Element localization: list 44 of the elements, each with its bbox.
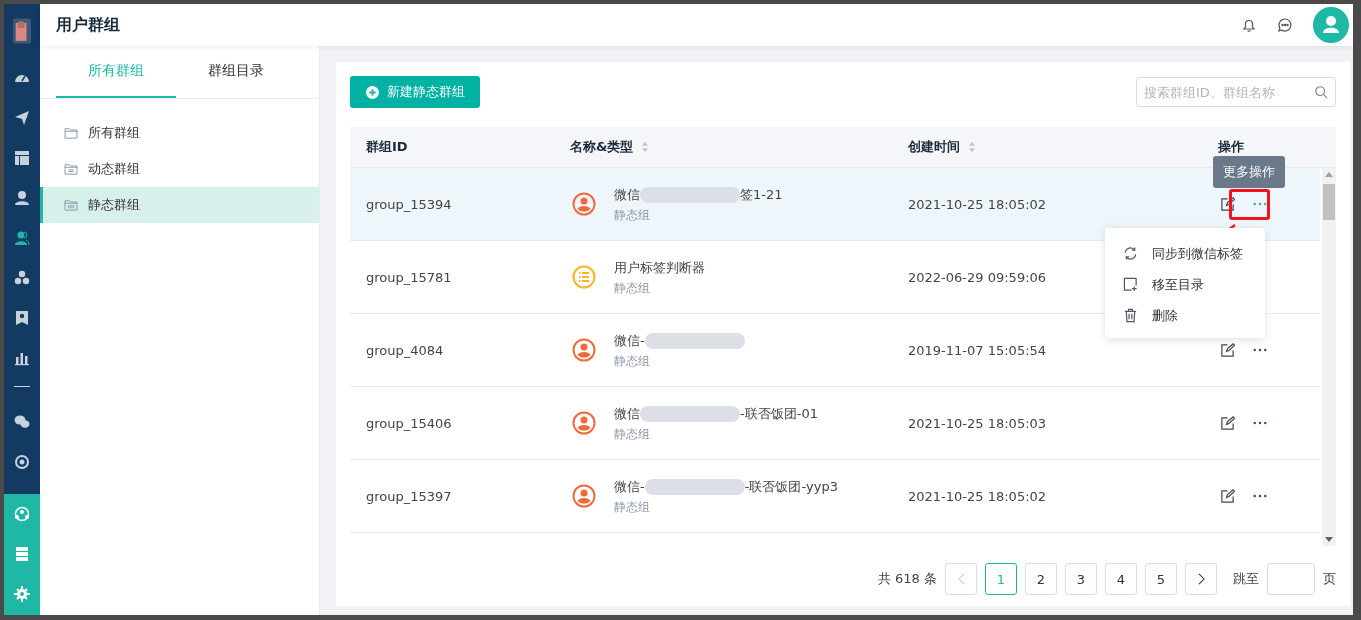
group-type: 静态组 (614, 425, 651, 443)
group-name: 微信- (614, 331, 645, 350)
page-button[interactable]: 3 (1065, 563, 1097, 595)
created-time-cell: 2021-10-25 18:05:02 (908, 488, 1047, 504)
created-time-cell: 2021-10-25 18:05:03 (908, 415, 1047, 431)
column-header: 操作 (1218, 138, 1244, 156)
group-name: 微信- (614, 477, 645, 496)
group-id-cell: group_15397 (366, 488, 452, 504)
group-type: 静态组 (614, 498, 651, 516)
group-id-cell: group_4084 (366, 342, 444, 358)
created-time-cell: 2019-11-07 15:05:54 (908, 342, 1047, 358)
page-button[interactable]: 4 (1105, 563, 1137, 595)
search-field[interactable]: 搜索群组ID、群组名称 (1136, 77, 1336, 107)
group-id-cell: group_15781 (366, 269, 452, 285)
page-button[interactable]: 2 (1025, 563, 1057, 595)
tab[interactable]: 群组目录 (176, 46, 296, 98)
group-id-cell: group_15394 (366, 196, 452, 212)
folder-item[interactable]: 动态群组 (40, 151, 319, 187)
created-time-cell: 2021-10-25 18:05:02 (908, 196, 1047, 212)
created-time-cell: 2022-06-29 09:59:06 (908, 269, 1047, 285)
group-name: 签1-21 (740, 185, 783, 204)
page-button[interactable]: 5 (1145, 563, 1177, 595)
jump-label: 跳至 (1233, 570, 1259, 588)
folder-item[interactable]: 所有群组 (40, 115, 319, 151)
menu-item[interactable]: 删除 (1105, 300, 1265, 331)
column-header: 名称&类型 (570, 138, 634, 156)
page-title: 用户群组 (56, 14, 120, 36)
group-type: 静态组 (614, 352, 651, 370)
group-type: 静态组 (614, 206, 651, 224)
total-count: 共 618 条 (877, 570, 937, 588)
column-header: 创建时间 (908, 138, 960, 156)
group-name: -联否饭团-01 (740, 404, 818, 423)
group-name: 微信 (614, 404, 640, 423)
menu-item[interactable]: 同步到微信标签 (1105, 238, 1265, 269)
page-suffix: 页 (1323, 570, 1336, 588)
folder-item[interactable]: 静态群组 (40, 187, 319, 223)
group-name: 微信 (614, 185, 640, 204)
menu-item[interactable]: 移至目录 (1105, 269, 1265, 300)
column-header: 群组ID (366, 138, 408, 156)
tooltip: 更多操作 (1213, 156, 1285, 188)
group-name: -联否饭团-yyp3 (744, 477, 838, 496)
group-type: 静态组 (614, 279, 651, 297)
group-name: 用户标签判断器 (614, 258, 705, 277)
group-id-cell: group_15406 (366, 415, 452, 431)
